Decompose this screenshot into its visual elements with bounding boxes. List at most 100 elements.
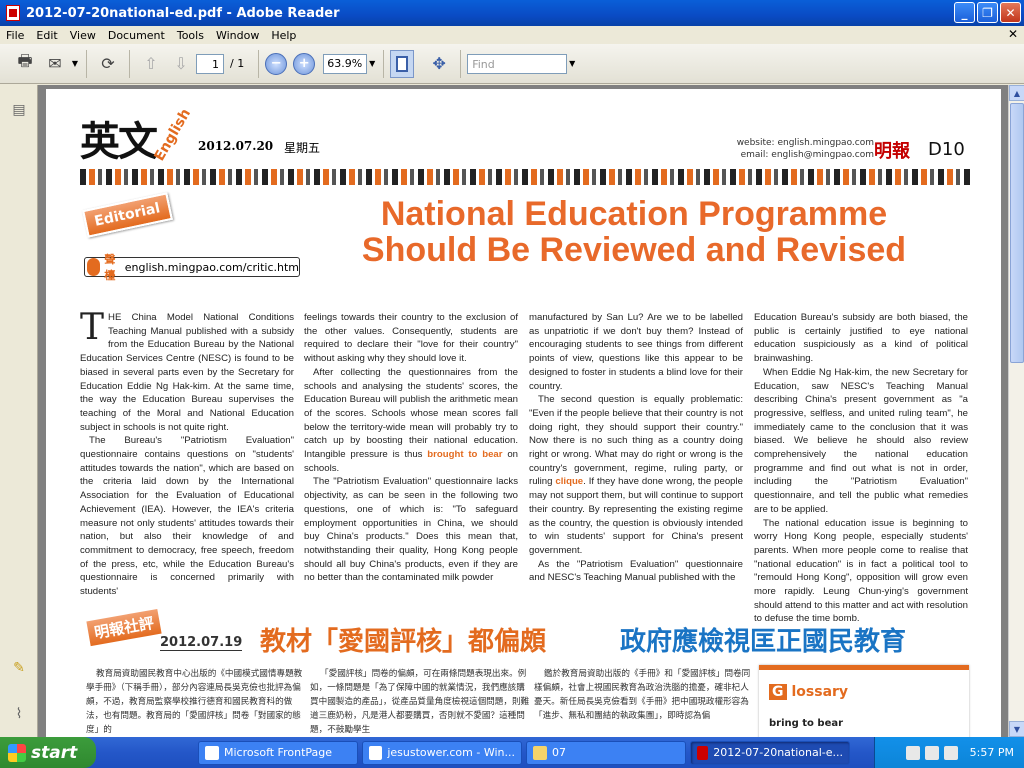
paragraph: manufactured by San Lu? Are we to be lab… [529, 312, 743, 392]
chinese-column-3: 鑑於教育局資助出版的《手冊》和「愛國評核」問卷同樣偏頗，社會上視國民教育為政治洗… [534, 669, 751, 721]
chinese-editorial-tag: 明報社評 [86, 608, 162, 647]
contact-info: website: english.mingpao.com email: engl… [706, 137, 874, 161]
chinese-editorial-date: 2012.07.19 [160, 635, 243, 651]
pdf-page: 英文 English 2012.07.20 星期五 website: engli… [46, 89, 1001, 737]
task-adobe-reader[interactable]: 2012-07-20national-e... [690, 740, 850, 765]
task-folder[interactable]: 07 [526, 740, 686, 765]
fit-page-button[interactable] [390, 49, 415, 78]
folder-icon [533, 745, 547, 760]
attachments-icon[interactable]: ⌇ [10, 705, 28, 723]
close-button[interactable]: ✕ [1000, 2, 1021, 23]
taskbar: start Microsoft FrontPage jesustower.com… [0, 737, 1024, 768]
menu-tools[interactable]: Tools [171, 29, 210, 42]
restore-button[interactable]: ❐ [977, 2, 998, 23]
find-dropdown-icon[interactable]: ▼ [567, 54, 577, 74]
email-text: email: english@mingpao.com [740, 150, 874, 160]
chinese-column-1: 教育局資助國民教育中心出版的《中國模式國情專題教學手冊》（下稱手冊），部分內容連… [86, 669, 303, 735]
link-label: 聲檯 [104, 253, 116, 282]
highlight-phrase: clique [555, 476, 584, 488]
browser-icon [369, 745, 383, 760]
task-browser[interactable]: jesustower.com - Win... [362, 740, 522, 765]
minimize-button[interactable]: _ [954, 2, 975, 23]
clock[interactable]: 5:57 PM [970, 746, 1014, 759]
decorative-stripe [80, 169, 970, 185]
paragraph: feelings towards their country to the ex… [304, 312, 518, 365]
paragraph: Education Bureau's subsidy are both bias… [754, 312, 968, 365]
volume-icon[interactable] [924, 745, 939, 760]
toolbar: 🖶 ✉ ▼ ⟳ ⇧ ⇩ 1 / 1 − + 63.9% ▼ ✥ Find ▼ [0, 44, 1024, 84]
chinese-headline-1: 教材「愛國評核」都偏頗 [260, 627, 547, 657]
website-text: website: english.mingpao.com [736, 138, 874, 148]
comments-icon[interactable]: ✎ [10, 659, 28, 677]
menu-help[interactable]: Help [265, 29, 302, 42]
glossary-item: bring to bear [769, 718, 844, 729]
zoom-dropdown-icon[interactable]: ▼ [367, 54, 377, 74]
headline-line-2: Should Be Reviewed and Revised [361, 231, 907, 269]
page-total: / 1 [230, 57, 245, 70]
adobe-reader-icon [697, 745, 709, 760]
previous-page-icon[interactable]: ⇧ [138, 51, 164, 77]
issue-date: 2012.07.20 [198, 139, 274, 153]
paragraph: As the "Patriotism Evaluation" questionn… [529, 558, 743, 584]
paragraph: The second question is equally problemat… [529, 394, 743, 556]
zoom-select[interactable]: 63.9% [323, 53, 368, 74]
article-column-3: manufactured by San Lu? Are we to be lab… [529, 311, 743, 585]
task-frontpage[interactable]: Microsoft FrontPage [198, 740, 358, 765]
menu-view[interactable]: View [64, 29, 102, 42]
zoom-in-button[interactable]: + [293, 52, 316, 75]
highlight-phrase: brought to bear [427, 449, 503, 461]
glossary-box: Glossary bring to bear [759, 665, 969, 737]
scroll-thumb[interactable] [1010, 103, 1024, 363]
print-icon[interactable]: 🖶 [12, 51, 38, 77]
network-icon[interactable] [905, 745, 920, 760]
menu-document[interactable]: Document [102, 29, 171, 42]
brand-logo: 明報 [874, 141, 910, 162]
masthead-english: English [151, 106, 195, 164]
headline-line-1: National Education Programme [380, 195, 888, 233]
paragraph: The national education issue is beginnin… [754, 517, 968, 625]
article-column-2: feelings towards their country to the ex… [304, 311, 518, 585]
chinese-editorial-header: 明報社評 2012.07.19 教材「愛國評核」都偏頗 政府應檢視匡正國民教育 [80, 608, 980, 661]
chevron-down-icon[interactable]: ▼ [70, 54, 80, 74]
windows-flag-icon [8, 743, 26, 762]
paragraph: After collecting the questionnaires from… [304, 366, 518, 474]
title-bar: 2012-07-20national-ed.pdf - Adobe Reader… [0, 0, 1024, 26]
system-tray: 5:57 PM [874, 737, 1024, 768]
pages-panel-icon[interactable]: ▤ [10, 101, 28, 119]
full-screen-icon[interactable]: ✥ [426, 51, 452, 77]
menu-bar: File Edit View Document Tools Window Hel… [0, 26, 1024, 44]
paragraph: When Eddie Ng Hak-kim, the new Secretary… [754, 366, 968, 515]
drop-cap: T [80, 307, 105, 348]
paragraph: The "Patriotism Evaluation" questionnair… [304, 476, 518, 584]
find-input[interactable]: Find [467, 53, 568, 74]
critic-link-bar: 聲檯 english.mingpao.com/critic.htm [84, 253, 300, 282]
attach-icon[interactable]: ✉ [42, 51, 68, 77]
start-button[interactable]: start [0, 737, 96, 768]
zoom-out-button[interactable]: − [265, 52, 288, 75]
paragraph: The Bureau's "Patriotism Evaluation" que… [80, 435, 294, 598]
chinese-column-2: 「愛國評核」問卷的偏頗，可在兩條問題表現出來。例如，一條問題是「為了保障中國的就… [310, 669, 530, 735]
article-column-4: Education Bureau's subsidy are both bias… [754, 311, 968, 626]
menu-window[interactable]: Window [210, 29, 265, 42]
article-column-1: T HE China Model National Conditions Teac… [80, 307, 294, 599]
scroll-up-icon[interactable]: ▲ [1009, 85, 1024, 101]
menu-edit[interactable]: Edit [30, 29, 63, 42]
security-icon[interactable] [943, 745, 958, 760]
masthead: 英文 [80, 118, 158, 165]
window-title: 2012-07-20national-ed.pdf - Adobe Reader [26, 5, 340, 21]
headphone-icon [87, 258, 101, 276]
editorial-tag: Editorial [82, 192, 173, 238]
next-page-icon[interactable]: ⇩ [168, 51, 194, 77]
collaborate-icon[interactable]: ⟳ [95, 51, 121, 77]
paragraph: T HE China Model National Conditions Teac… [80, 307, 294, 433]
document-close-icon[interactable]: ✕ [1008, 27, 1018, 41]
headline: National Education Programme Should Be R… [304, 197, 964, 269]
document-view: 英文 English 2012.07.20 星期五 website: engli… [38, 85, 1008, 737]
menu-file[interactable]: File [0, 29, 30, 42]
glossary-title: Glossary [769, 684, 853, 700]
vertical-scrollbar[interactable]: ▲ ▼ [1008, 85, 1024, 737]
page-number-input[interactable]: 1 [196, 53, 224, 74]
scroll-down-icon[interactable]: ▼ [1009, 721, 1024, 737]
critic-url: english.mingpao.com/critic.htm [124, 260, 299, 274]
chinese-headline-2: 政府應檢視匡正國民教育 [620, 627, 907, 657]
